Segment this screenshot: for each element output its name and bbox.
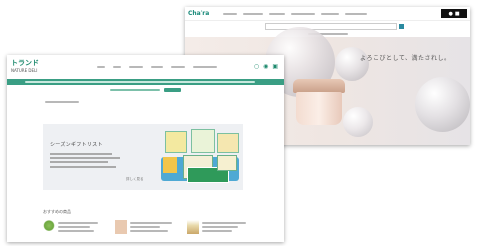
logo-main: トランド [11,59,39,67]
product-desc [202,230,232,232]
product-text [130,220,172,232]
jar-body [296,92,342,125]
website-screenshot-shop: トランド NATURE DELI ○ ◉ ▣ シーズンギフトリスト 詳しく見る … [7,55,284,242]
banner-title: シーズンギフトリスト [50,142,103,148]
product-desc [130,226,160,228]
nav-item[interactable] [193,66,217,68]
top-menu [223,12,368,15]
section-title: おすすめの商品 [43,209,71,214]
banner-illustration [157,127,241,189]
product-image [187,220,199,234]
menu-item[interactable] [243,12,264,15]
cart-icon[interactable]: ▣ [272,63,278,70]
logo-sub: NATURE DELI [11,68,38,73]
product-image [43,220,55,234]
breadcrumb-text [45,101,79,103]
nav-item[interactable] [113,66,121,68]
campaign-button[interactable] [164,88,181,92]
menu-item[interactable] [223,12,238,15]
banner-text-line [50,161,108,163]
announcement-bar[interactable] [7,79,284,85]
illustration-box [217,133,239,153]
menu-item[interactable] [269,12,286,15]
cream-jar [293,79,345,125]
main-nav [97,66,217,68]
jar-lid [293,79,345,93]
product-name [58,222,98,224]
menu-item[interactable] [345,12,368,15]
campaign-text [110,89,161,91]
site-header: トランド NATURE DELI ○ ◉ ▣ [7,55,284,79]
illustration-box [163,157,177,173]
nav-item[interactable] [129,66,143,68]
breadcrumb[interactable] [45,100,284,104]
nav-item[interactable] [97,66,105,68]
product-card[interactable] [43,220,113,234]
search-row [185,21,470,31]
account-cart-box[interactable]: ● ■ [441,9,467,18]
menu-item[interactable] [291,12,316,15]
site-logo[interactable]: トランド NATURE DELI [11,60,39,74]
product-name [202,222,246,224]
illustration-box [165,131,187,153]
product-card[interactable] [187,220,257,234]
product-desc [58,226,90,228]
nav-item[interactable] [171,66,185,68]
cart-icon[interactable]: ■ [455,11,460,17]
glass-sphere-front [343,107,373,137]
product-text [58,220,98,232]
site-header: Cha′ra ● ■ [185,7,470,21]
feature-banner[interactable]: シーズンギフトリスト 詳しく見る [43,124,243,190]
banner-more-link[interactable]: 詳しく見る [126,177,144,182]
announcement-text [25,81,255,83]
campaign-bar [7,87,284,93]
user-icon[interactable]: ● [448,11,452,17]
hero-copy: よろこびとして、満たされし。 [360,55,451,62]
illustration-box [217,155,237,171]
banner-text-line [50,166,116,168]
header-icons: ○ ◉ ▣ [254,63,278,70]
user-icon[interactable]: ◉ [263,63,268,70]
banner-text-line [50,153,112,155]
product-desc [58,230,94,232]
search-input[interactable] [265,22,397,30]
product-card[interactable] [115,220,185,234]
product-text [202,220,246,232]
illustration-box [191,129,215,153]
product-name [130,222,172,224]
site-logo[interactable]: Cha′ra [188,10,209,17]
search-icon[interactable]: ○ [254,63,259,70]
search-button[interactable] [399,23,404,29]
glass-sphere-right [415,77,470,132]
nav-item[interactable] [151,66,163,68]
menu-item[interactable] [321,12,340,15]
product-desc [202,226,238,228]
product-desc [130,230,168,232]
product-image [115,220,127,234]
banner-text-line [50,157,120,159]
